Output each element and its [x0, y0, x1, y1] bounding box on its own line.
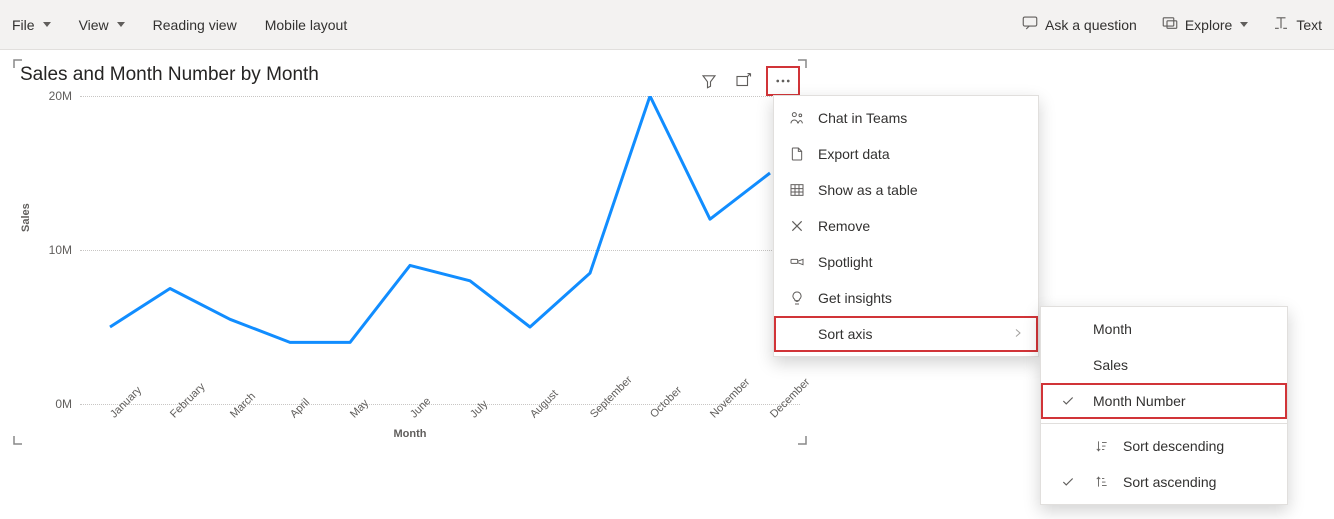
x-axis-label: Month	[14, 428, 806, 440]
table-icon	[788, 182, 806, 198]
menu-divider	[1041, 423, 1287, 424]
close-icon	[788, 218, 806, 234]
check-icon	[1055, 394, 1081, 408]
chevron-down-icon	[1240, 22, 1248, 27]
filter-icon[interactable]	[698, 70, 720, 92]
menu-chat-in-teams[interactable]: Chat in Teams	[774, 100, 1038, 136]
export-icon	[788, 146, 806, 162]
mobile-layout-button[interactable]: Mobile layout	[265, 17, 348, 33]
menu-label: Chat in Teams	[818, 110, 907, 126]
spotlight-icon	[788, 254, 806, 270]
sort-ascending-icon	[1093, 475, 1111, 489]
menu-label: Show as a table	[818, 182, 918, 198]
menu-label: Get insights	[818, 290, 892, 306]
explore-icon	[1161, 14, 1179, 35]
submenu-label: Sort ascending	[1123, 474, 1216, 490]
sort-descending-icon	[1093, 439, 1111, 453]
ask-question-label: Ask a question	[1045, 17, 1137, 33]
text-icon	[1272, 14, 1290, 35]
view-label: View	[79, 17, 109, 33]
submenu-label: Month	[1093, 321, 1132, 337]
check-icon	[1055, 475, 1081, 489]
chevron-down-icon	[43, 22, 51, 27]
ask-question-button[interactable]: Ask a question	[1021, 14, 1137, 35]
plot-area: 0M10M20MJanuaryFebruaryMarchAprilMayJune…	[50, 96, 800, 404]
submenu-sales[interactable]: Sales	[1041, 347, 1287, 383]
teams-icon	[788, 110, 806, 126]
menu-label: Export data	[818, 146, 890, 162]
submenu-label: Sales	[1093, 357, 1128, 373]
explore-button[interactable]: Explore	[1161, 14, 1248, 35]
text-button[interactable]: Text	[1272, 14, 1322, 35]
y-axis-label: Sales	[20, 203, 32, 232]
menu-remove[interactable]: Remove	[774, 208, 1038, 244]
chart-visual[interactable]: Sales and Month Number by Month Sales 0M…	[14, 60, 806, 444]
file-menu[interactable]: File	[12, 17, 51, 33]
submenu-month-number[interactable]: Month Number	[1041, 383, 1287, 419]
chat-bubble-icon	[1021, 14, 1039, 35]
reading-view-button[interactable]: Reading view	[153, 17, 237, 33]
more-options-icon[interactable]	[772, 70, 794, 92]
submenu-label: Sort descending	[1123, 438, 1224, 454]
chevron-right-icon	[1012, 326, 1024, 342]
menu-get-insights[interactable]: Get insights	[774, 280, 1038, 316]
resize-handle-tl[interactable]	[12, 58, 30, 76]
menu-sort-axis[interactable]: Sort axis	[774, 316, 1038, 352]
sort-axis-submenu: Month Sales Month Number Sort descending…	[1040, 306, 1288, 505]
chart-title: Sales and Month Number by Month	[14, 60, 806, 86]
menu-label: Remove	[818, 218, 870, 234]
submenu-month[interactable]: Month	[1041, 311, 1287, 347]
submenu-label: Month Number	[1093, 393, 1186, 409]
text-label: Text	[1296, 17, 1322, 33]
toolbar: File View Reading view Mobile layout Ask…	[0, 0, 1334, 50]
submenu-sort-descending[interactable]: Sort descending	[1041, 428, 1287, 464]
menu-export-data[interactable]: Export data	[774, 136, 1038, 172]
chevron-down-icon	[117, 22, 125, 27]
focus-mode-icon[interactable]	[732, 70, 754, 92]
more-options-highlight	[766, 66, 800, 96]
menu-label: Sort axis	[818, 326, 872, 342]
menu-spotlight[interactable]: Spotlight	[774, 244, 1038, 280]
mobile-layout-label: Mobile layout	[265, 17, 348, 33]
context-menu: Chat in Teams Export data Show as a tabl…	[773, 95, 1039, 357]
file-label: File	[12, 17, 35, 33]
submenu-sort-ascending[interactable]: Sort ascending	[1041, 464, 1287, 500]
lightbulb-icon	[788, 290, 806, 306]
explore-label: Explore	[1185, 17, 1232, 33]
menu-label: Spotlight	[818, 254, 872, 270]
menu-show-as-table[interactable]: Show as a table	[774, 172, 1038, 208]
reading-view-label: Reading view	[153, 17, 237, 33]
view-menu[interactable]: View	[79, 17, 125, 33]
